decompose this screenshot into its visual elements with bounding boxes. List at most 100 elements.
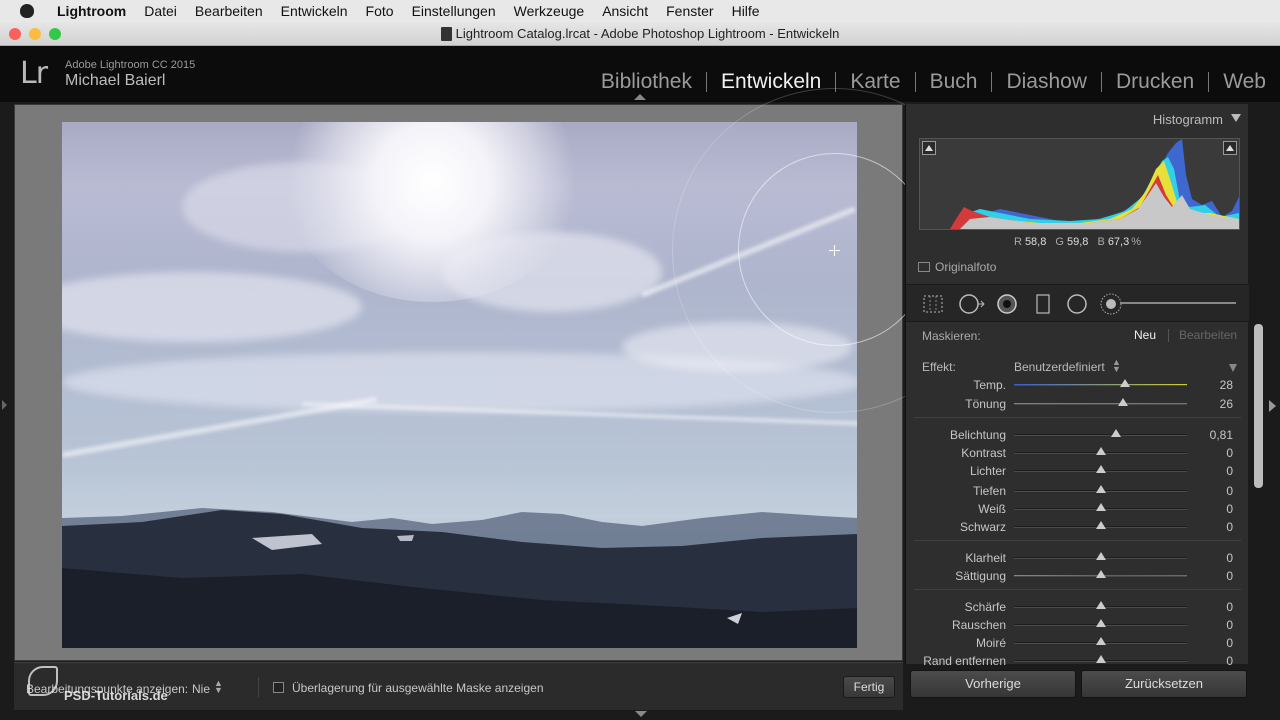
slider-label: Klarheit — [965, 551, 1006, 565]
graduated-filter-tool-icon[interactable] — [1032, 293, 1054, 315]
slider-value[interactable]: 28 — [1220, 378, 1233, 392]
slider-handle[interactable] — [1117, 398, 1128, 406]
menu-datei[interactable]: Datei — [135, 0, 186, 22]
slider-value[interactable]: 0 — [1226, 484, 1233, 498]
shadow-clipping-button[interactable] — [922, 141, 936, 155]
slider-track[interactable] — [1014, 403, 1187, 405]
histogram-graph[interactable] — [919, 138, 1240, 230]
stepper-icon[interactable]: ▲ ▼ — [214, 679, 223, 695]
menu-ansicht[interactable]: Ansicht — [593, 0, 657, 22]
reset-button[interactable]: Zurücksetzen — [1081, 670, 1247, 698]
slider-handle[interactable] — [1095, 465, 1106, 473]
slider-row: Belichtung 0,81 — [906, 426, 1249, 444]
effect-collapse-icon[interactable] — [1229, 364, 1237, 372]
crop-overlay-tool-icon[interactable] — [922, 293, 944, 315]
slider-track[interactable] — [1014, 434, 1187, 436]
slider-track[interactable] — [1014, 384, 1187, 386]
collapse-right-panel-icon[interactable] — [1269, 400, 1276, 412]
expand-filmstrip-icon[interactable] — [635, 711, 647, 717]
slider-handle[interactable] — [1111, 429, 1122, 437]
zoom-window-button[interactable] — [49, 28, 61, 40]
original-photo-checkbox[interactable] — [918, 262, 930, 272]
slider-value[interactable]: 0 — [1226, 636, 1233, 650]
red-eye-tool-icon[interactable] — [996, 293, 1018, 315]
expand-left-panel-icon[interactable] — [2, 400, 7, 410]
mask-row: Maskieren: Neu Bearbeiten — [906, 324, 1249, 348]
menu-entwickeln[interactable]: Entwickeln — [272, 0, 357, 22]
done-button[interactable]: Fertig — [843, 676, 895, 698]
menu-werkzeuge[interactable]: Werkzeuge — [505, 0, 594, 22]
slider-handle[interactable] — [1095, 552, 1106, 560]
menu-hilfe[interactable]: Hilfe — [723, 0, 769, 22]
module-diashow[interactable]: Diashow — [992, 70, 1101, 94]
menu-lightroom[interactable]: Lightroom — [48, 0, 135, 22]
slider-handle[interactable] — [1095, 619, 1106, 627]
slider-handle[interactable] — [1119, 379, 1130, 387]
adjustment-brush-tool-icon[interactable] — [1100, 293, 1122, 315]
minimize-window-button[interactable] — [29, 28, 41, 40]
slider-value[interactable]: 0 — [1226, 654, 1233, 668]
slider-value[interactable]: 0 — [1226, 600, 1233, 614]
menu-bearbeiten[interactable]: Bearbeiten — [186, 0, 272, 22]
module-bibliothek[interactable]: Bibliothek — [587, 70, 706, 94]
slider-row: Lichter 0 — [906, 462, 1249, 480]
spot-removal-tool-icon[interactable] — [958, 293, 986, 315]
slider-group-divider — [914, 589, 1241, 590]
radial-filter-tool-icon[interactable] — [1066, 293, 1088, 315]
slider-row: Rand entfernen 0 — [906, 652, 1249, 670]
slider-label: Sättigung — [955, 569, 1006, 583]
slider-handle[interactable] — [1095, 655, 1106, 663]
slider-handle[interactable] — [1095, 447, 1106, 455]
g-value: 59,8 — [1066, 236, 1089, 248]
apple-icon[interactable] — [20, 4, 34, 18]
mask-overlay-checkbox[interactable] — [273, 682, 284, 693]
slider-value[interactable]: 0 — [1226, 464, 1233, 478]
slider-row: Tiefen 0 — [906, 482, 1249, 500]
slider-handle[interactable] — [1095, 521, 1106, 529]
r-value: 58,8 — [1024, 236, 1047, 248]
mask-edit-button[interactable]: Bearbeiten — [1179, 328, 1237, 342]
slider-value[interactable]: 0 — [1226, 569, 1233, 583]
slider-handle[interactable] — [1095, 570, 1106, 578]
slider-value[interactable]: 0 — [1226, 502, 1233, 516]
slider-label: Rand entfernen — [923, 654, 1006, 668]
module-buch[interactable]: Buch — [916, 70, 992, 94]
module-web[interactable]: Web — [1209, 70, 1280, 94]
slider-label: Weiß — [978, 502, 1006, 516]
slider-handle[interactable] — [1095, 485, 1106, 493]
original-photo-toggle[interactable]: Originalfoto — [918, 260, 996, 274]
slider-row: Schwarz 0 — [906, 518, 1249, 536]
slider-handle[interactable] — [1095, 601, 1106, 609]
slider-value[interactable]: 0,81 — [1210, 428, 1233, 442]
show-edit-points-select[interactable]: Nie — [192, 682, 210, 696]
previous-button[interactable]: Vorherige — [910, 670, 1076, 698]
slider-group-divider — [914, 540, 1241, 541]
close-window-button[interactable] — [9, 28, 21, 40]
slider-row: Kontrast 0 — [906, 444, 1249, 462]
slider-value[interactable]: 26 — [1220, 397, 1233, 411]
slider-value[interactable]: 0 — [1226, 618, 1233, 632]
menu-einstellungen[interactable]: Einstellungen — [403, 0, 505, 22]
slider-value[interactable]: 0 — [1226, 446, 1233, 460]
slider-label: Tönung — [965, 397, 1006, 411]
slider-handle[interactable] — [1095, 503, 1106, 511]
collapse-top-panel-icon[interactable] — [634, 94, 646, 100]
stepper-icon[interactable]: ▲ ▼ — [1112, 358, 1121, 374]
right-panel-scrollbar[interactable] — [1254, 324, 1263, 488]
tool-strip-slider[interactable] — [1120, 302, 1236, 304]
r-label: R — [1013, 236, 1022, 248]
menu-foto[interactable]: Foto — [357, 0, 403, 22]
slider-row: Sättigung 0 — [906, 567, 1249, 585]
menu-fenster[interactable]: Fenster — [657, 0, 722, 22]
slider-value[interactable]: 0 — [1226, 551, 1233, 565]
histogram-header[interactable]: Histogramm — [906, 104, 1249, 132]
mask-new-button[interactable]: Neu — [1134, 328, 1156, 342]
slider-handle[interactable] — [1095, 637, 1106, 645]
effect-preset-select[interactable]: Benutzerdefiniert — [1014, 360, 1105, 374]
panel-collapse-icon[interactable] — [1231, 114, 1241, 122]
highlight-clipping-button[interactable] — [1223, 141, 1237, 155]
slider-value[interactable]: 0 — [1226, 520, 1233, 534]
module-drucken[interactable]: Drucken — [1102, 70, 1208, 94]
histogram-curves — [950, 139, 1239, 229]
slider-label: Rauschen — [951, 618, 1006, 632]
